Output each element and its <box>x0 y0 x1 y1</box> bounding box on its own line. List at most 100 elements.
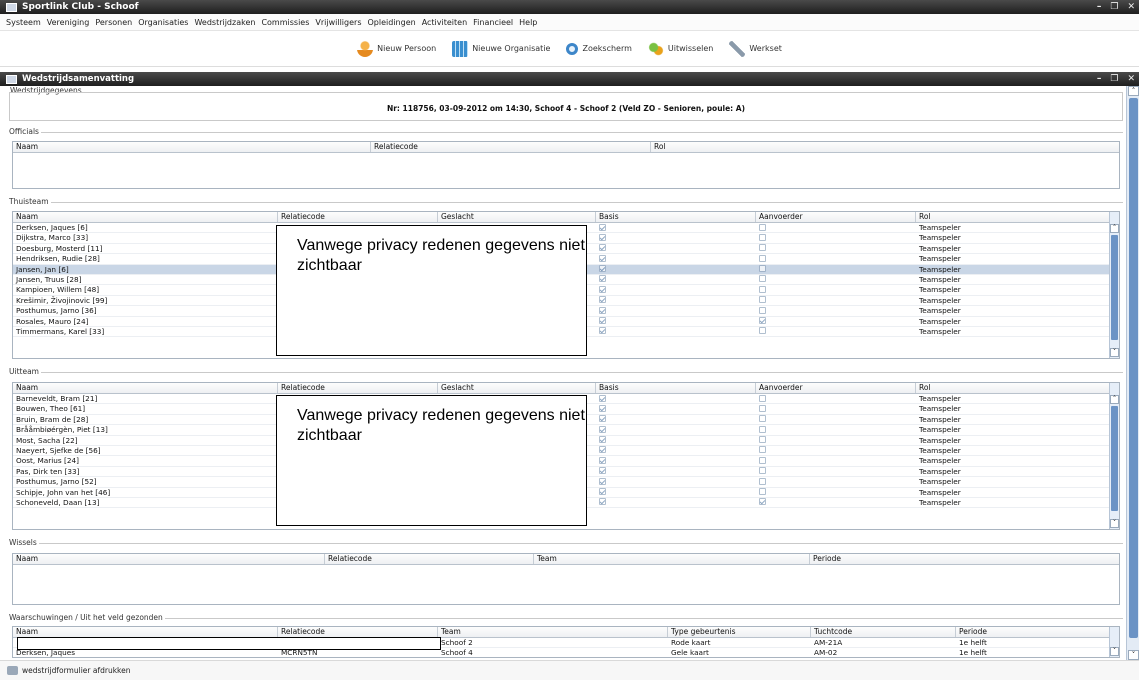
scroll-up-icon[interactable]: ˄ <box>1110 224 1119 233</box>
basis-checkbox[interactable] <box>599 446 606 454</box>
col-relatiecode[interactable]: Relatiecode <box>278 383 438 393</box>
aanvoerder-checkbox[interactable] <box>759 477 766 485</box>
col-basis[interactable]: Basis <box>596 212 756 222</box>
aanvoerder-checkbox[interactable] <box>759 446 766 454</box>
aanvoerder-checkbox[interactable] <box>759 265 766 273</box>
menu-activiteiten[interactable]: Activiteiten <box>422 18 467 27</box>
menu-systeem[interactable]: Systeem <box>6 18 41 27</box>
nieuwe-organisatie-button[interactable]: Nieuwe Organisatie <box>452 37 550 61</box>
col-naam[interactable]: Naam <box>13 554 325 564</box>
menu-vrijwilligers[interactable]: Vrijwilligers <box>315 18 361 27</box>
main-scrollbar[interactable]: ˄ ˅ <box>1126 86 1139 660</box>
aanvoerder-checkbox[interactable] <box>759 327 766 335</box>
uitwisselen-button[interactable]: Uitwisselen <box>647 37 713 61</box>
menu-vereniging[interactable]: Vereniging <box>47 18 90 27</box>
aanvoerder-checkbox[interactable] <box>759 306 766 314</box>
col-rol[interactable]: Rol <box>916 212 1119 222</box>
basis-checkbox[interactable] <box>599 296 606 304</box>
aanvoerder-checkbox[interactable] <box>759 425 766 433</box>
col-relatiecode[interactable]: Relatiecode <box>278 627 438 637</box>
scroll-thumb[interactable] <box>1111 235 1118 340</box>
sub-close-icon[interactable]: ✕ <box>1127 72 1135 86</box>
col-team[interactable]: Team <box>438 627 668 637</box>
aanvoerder-checkbox[interactable] <box>759 317 766 325</box>
aanvoerder-checkbox[interactable] <box>759 254 766 262</box>
col-relatiecode[interactable]: Relatiecode <box>371 142 651 152</box>
basis-checkbox[interactable] <box>599 285 606 293</box>
basis-checkbox[interactable] <box>599 244 606 252</box>
aanvoerder-checkbox[interactable] <box>759 244 766 252</box>
basis-checkbox[interactable] <box>599 327 606 335</box>
menu-help[interactable]: Help <box>519 18 537 27</box>
menu-financieel[interactable]: Financieel <box>473 18 513 27</box>
basis-checkbox[interactable] <box>599 425 606 433</box>
nieuw-persoon-button[interactable]: Nieuw Persoon <box>357 37 436 61</box>
waarschuwingen-scrollbar[interactable]: ˅ <box>1109 627 1119 657</box>
aanvoerder-checkbox[interactable] <box>759 223 766 231</box>
col-relatiecode[interactable]: Relatiecode <box>278 212 438 222</box>
col-rol[interactable]: Rol <box>651 142 1119 152</box>
col-type[interactable]: Type gebeurtenis <box>668 627 811 637</box>
main-scroll-up-icon[interactable]: ˄ <box>1128 86 1139 96</box>
basis-checkbox[interactable] <box>599 436 606 444</box>
basis-checkbox[interactable] <box>599 415 606 423</box>
basis-checkbox[interactable] <box>599 233 606 241</box>
aanvoerder-checkbox[interactable] <box>759 415 766 423</box>
aanvoerder-checkbox[interactable] <box>759 404 766 412</box>
scroll-down-icon[interactable]: ˅ <box>1110 348 1119 357</box>
menu-personen[interactable]: Personen <box>95 18 132 27</box>
aanvoerder-checkbox[interactable] <box>759 467 766 475</box>
col-aanvoerder[interactable]: Aanvoerder <box>756 212 916 222</box>
basis-checkbox[interactable] <box>599 275 606 283</box>
aanvoerder-checkbox[interactable] <box>759 488 766 496</box>
col-aanvoerder[interactable]: Aanvoerder <box>756 383 916 393</box>
basis-checkbox[interactable] <box>599 317 606 325</box>
col-naam[interactable]: Naam <box>13 627 278 637</box>
aanvoerder-checkbox[interactable] <box>759 285 766 293</box>
basis-checkbox[interactable] <box>599 467 606 475</box>
col-team[interactable]: Team <box>534 554 810 564</box>
col-naam[interactable]: Naam <box>13 142 371 152</box>
basis-checkbox[interactable] <box>599 488 606 496</box>
menu-opleidingen[interactable]: Opleidingen <box>368 18 416 27</box>
scroll-down-icon[interactable]: ˅ <box>1110 519 1119 528</box>
scroll-up-icon[interactable]: ˄ <box>1110 395 1119 404</box>
werkset-button[interactable]: Werkset <box>729 37 782 61</box>
basis-checkbox[interactable] <box>599 254 606 262</box>
col-periode[interactable]: Periode <box>810 554 1119 564</box>
basis-checkbox[interactable] <box>599 223 606 231</box>
basis-checkbox[interactable] <box>599 404 606 412</box>
col-tuchtcode[interactable]: Tuchtcode <box>811 627 956 637</box>
menu-wedstrijdzaken[interactable]: Wedstrijdzaken <box>194 18 255 27</box>
menu-organisaties[interactable]: Organisaties <box>138 18 188 27</box>
basis-checkbox[interactable] <box>599 394 606 402</box>
sub-minimize-icon[interactable]: – <box>1097 72 1102 86</box>
col-naam[interactable]: Naam <box>13 383 278 393</box>
basis-checkbox[interactable] <box>599 456 606 464</box>
scroll-down-icon[interactable]: ˅ <box>1110 647 1119 656</box>
uitteam-scrollbar[interactable]: ˄ ˅ <box>1109 383 1119 529</box>
aanvoerder-checkbox[interactable] <box>759 233 766 241</box>
aanvoerder-checkbox[interactable] <box>759 498 766 506</box>
thuisteam-scrollbar[interactable]: ˄ ˅ <box>1109 212 1119 358</box>
col-naam[interactable]: Naam <box>13 212 278 222</box>
main-scroll-thumb[interactable] <box>1129 98 1138 638</box>
aanvoerder-checkbox[interactable] <box>759 394 766 402</box>
maximize-icon[interactable]: ❐ <box>1110 0 1118 14</box>
aanvoerder-checkbox[interactable] <box>759 456 766 464</box>
col-periode[interactable]: Periode <box>956 627 1119 637</box>
print-form-button[interactable]: wedstrijdformulier afdrukken <box>22 666 130 675</box>
aanvoerder-checkbox[interactable] <box>759 296 766 304</box>
col-geslacht[interactable]: Geslacht <box>438 383 596 393</box>
scroll-thumb[interactable] <box>1111 406 1118 511</box>
menu-commissies[interactable]: Commissies <box>261 18 309 27</box>
main-scroll-down-icon[interactable]: ˅ <box>1128 650 1139 660</box>
basis-checkbox[interactable] <box>599 265 606 273</box>
minimize-icon[interactable]: – <box>1097 0 1102 14</box>
basis-checkbox[interactable] <box>599 306 606 314</box>
col-rol[interactable]: Rol <box>916 383 1119 393</box>
close-icon[interactable]: ✕ <box>1127 0 1135 14</box>
col-basis[interactable]: Basis <box>596 383 756 393</box>
col-relatiecode[interactable]: Relatiecode <box>325 554 534 564</box>
aanvoerder-checkbox[interactable] <box>759 275 766 283</box>
